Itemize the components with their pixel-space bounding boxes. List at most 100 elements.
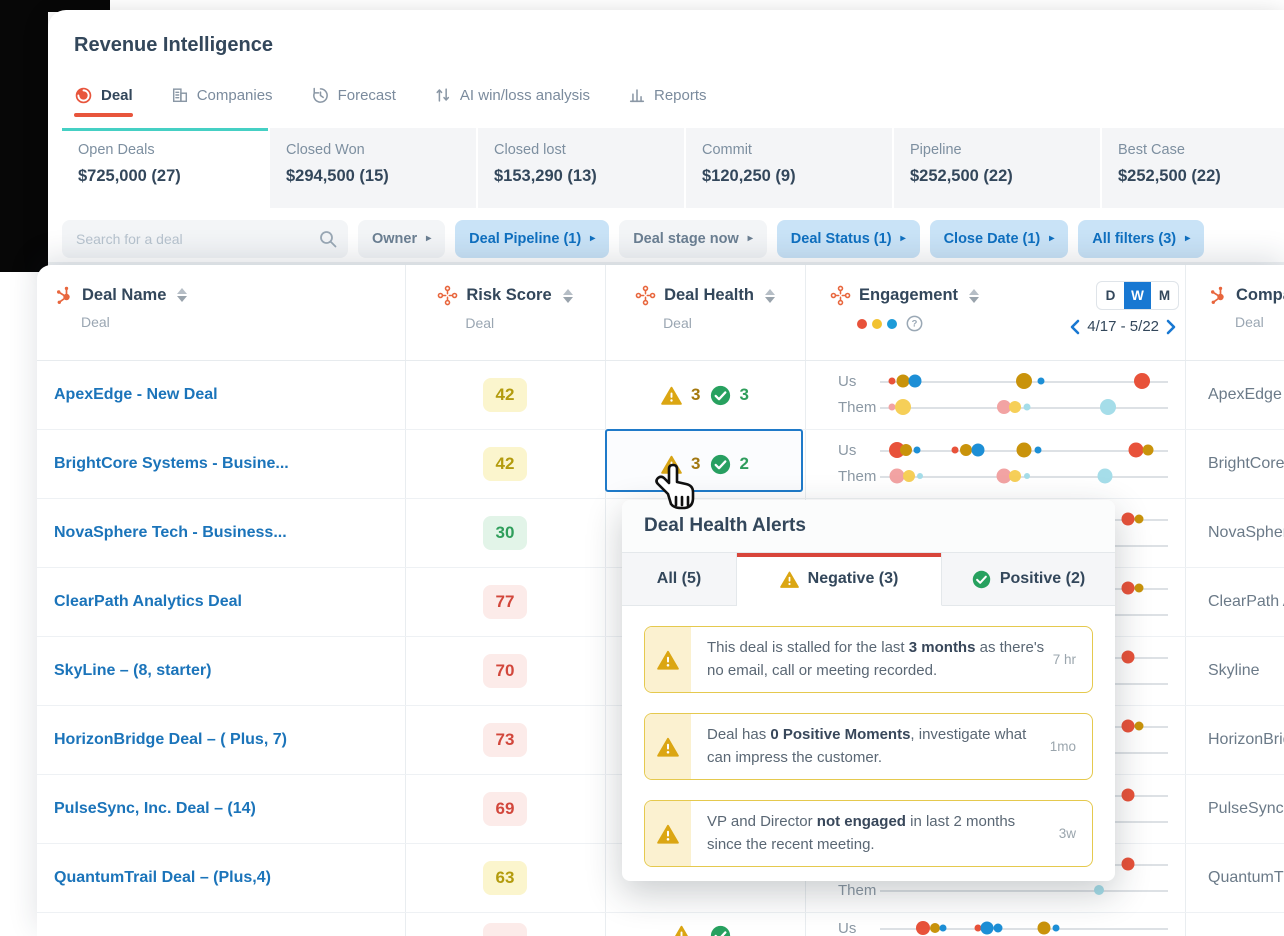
- positive-count: 3: [740, 385, 749, 405]
- filter-chip-deal-pipeline-1[interactable]: Deal Pipeline (1)▸: [455, 220, 609, 258]
- engagement-dot: [900, 444, 912, 456]
- page-title: Revenue Intelligence: [74, 34, 273, 57]
- deal-name-link[interactable]: HorizonBridge Deal – ( Plus, 7): [54, 731, 287, 749]
- summary-card-pipeline[interactable]: Pipeline $252,500 (22): [894, 128, 1100, 208]
- risk-score-cell: 69: [405, 775, 605, 843]
- sort-icon[interactable]: [969, 289, 979, 303]
- summary-card-closed-lost[interactable]: Closed lost$153,290 (13): [478, 128, 684, 208]
- deal-icon: [74, 86, 93, 105]
- column-header-engagement[interactable]: Engagement ? DWM: [805, 265, 1185, 360]
- granularity-m[interactable]: M: [1151, 282, 1178, 309]
- deal-name-link[interactable]: SkyLine – (8, starter): [54, 662, 211, 680]
- company-cell: HorizonBridge: [1185, 706, 1284, 774]
- chip-label: Owner: [372, 231, 417, 247]
- search-input[interactable]: [62, 220, 348, 258]
- deal-name-link[interactable]: PulseSync, Inc. Deal – (14): [54, 800, 256, 818]
- sort-icon[interactable]: [177, 288, 187, 302]
- risk-score-badge: 42: [483, 447, 527, 481]
- deal-name-link[interactable]: QuantumTrail Deal – (Plus,4): [54, 869, 271, 887]
- engagement-dot: [1121, 858, 1134, 871]
- health-alert-card: VP and Director not engaged in last 2 mo…: [644, 800, 1093, 867]
- popup-tab-positive-2[interactable]: Positive (2): [942, 553, 1115, 606]
- popup-tab-all-5[interactable]: All (5): [622, 553, 737, 606]
- summary-card-open-deals[interactable]: Open Deals$725,000 (27): [62, 128, 268, 208]
- tab-label: Reports: [654, 87, 707, 104]
- company-cell: NovaSphere Tech: [1185, 499, 1284, 567]
- engagement-track: [880, 437, 1168, 463]
- summary-card-label: Closed lost: [494, 142, 668, 158]
- engagement-dot: [1097, 469, 1112, 484]
- sort-icon[interactable]: [765, 289, 775, 303]
- deal-name-cell: NovaSphere Tech - Business...: [37, 499, 405, 567]
- deal-health-cell[interactable]: 33: [605, 361, 805, 429]
- summary-card-label: Pipeline: [910, 142, 1084, 158]
- engagement-side-label: Us: [838, 442, 880, 459]
- tab-reports[interactable]: Reports: [628, 86, 707, 116]
- company-cell: PulseSync, Inc.: [1185, 775, 1284, 843]
- check-icon: [972, 570, 991, 589]
- engagement-dot: [903, 470, 915, 482]
- engagement-dot: [1035, 447, 1042, 454]
- filter-chip-close-date-1[interactable]: Close Date (1)▸: [930, 220, 1069, 258]
- popup-tab-label: Negative (3): [808, 570, 899, 588]
- column-header-company[interactable]: Company Deal: [1185, 265, 1284, 360]
- filter-chip-all-filters-3[interactable]: All filters (3)▸: [1078, 220, 1204, 258]
- granularity-d[interactable]: D: [1097, 282, 1124, 309]
- background-shape: [0, 0, 48, 272]
- sort-icon[interactable]: [563, 289, 573, 303]
- engagement-side-label: Them: [838, 399, 880, 416]
- popup-tabs: All (5) Negative (3) Positive (2): [622, 553, 1115, 606]
- deal-name-link[interactable]: NovaSphere Tech - Business...: [54, 524, 287, 542]
- chip-label: Deal Pipeline (1): [469, 231, 581, 247]
- column-header-deal-health[interactable]: Deal Health Deal: [605, 265, 805, 360]
- engagement-dot: [940, 925, 947, 932]
- help-icon[interactable]: ?: [906, 315, 923, 332]
- revenue-intelligence-screen: Revenue Intelligence Deal Companies Foreca…: [0, 0, 1284, 936]
- check-icon: [710, 385, 731, 406]
- filter-chip-deal-stage-now[interactable]: Deal stage now▸: [619, 220, 767, 258]
- engagement-dot: [994, 924, 1003, 933]
- selected-cell-outline: [605, 429, 803, 492]
- engagement-dot: [888, 378, 895, 385]
- summary-card-best-case[interactable]: Best Case$252,500 (22): [1102, 128, 1284, 208]
- risk-score-badge: 63: [483, 861, 527, 895]
- column-header-deal-name[interactable]: Deal Name Deal: [37, 265, 405, 360]
- deal-name-link[interactable]: ClearPath Analytics Deal: [54, 593, 242, 611]
- alert-text: This deal is stalled for the last 3 mont…: [691, 627, 1053, 692]
- column-header-risk-score[interactable]: Risk Score Deal: [405, 265, 605, 360]
- health-alert-card: This deal is stalled for the last 3 mont…: [644, 626, 1093, 693]
- search-icon: [318, 229, 338, 254]
- summary-card-value: $252,500 (22): [910, 167, 1084, 186]
- search-box: [62, 220, 348, 258]
- deal-name-cell: ApexEdge - New Deal: [37, 361, 405, 429]
- deal-name-cell: QuantumTrail Deal – (Plus,4): [37, 844, 405, 912]
- filter-chip-deal-status-1[interactable]: Deal Status (1)▸: [777, 220, 920, 258]
- tab-deal[interactable]: Deal: [74, 86, 133, 117]
- deal-name-link[interactable]: ApexEdge - New Deal: [54, 386, 218, 404]
- alert-time: 3w: [1059, 801, 1092, 866]
- chevron-right-icon: ▸: [748, 234, 753, 244]
- engagement-dot: [1100, 399, 1116, 415]
- granularity-w[interactable]: W: [1124, 282, 1151, 309]
- tab-ai-win-loss[interactable]: AI win/loss analysis: [434, 86, 590, 116]
- granularity-toggle: DWM: [1096, 281, 1179, 310]
- engagement-dot: [980, 922, 993, 935]
- popup-tab-negative-3[interactable]: Negative (3): [737, 553, 942, 606]
- company-cell: Skyline: [1185, 637, 1284, 705]
- next-date-range-button[interactable]: [1166, 319, 1177, 335]
- tab-forecast[interactable]: Forecast: [311, 86, 396, 117]
- chevron-right-icon: ▸: [426, 234, 431, 244]
- tab-companies[interactable]: Companies: [171, 86, 273, 116]
- tab-label: Deal: [101, 87, 133, 104]
- deal-name-link[interactable]: BrightCore Systems - Busine...: [54, 455, 289, 473]
- deal-health-cell[interactable]: [605, 913, 805, 936]
- engagement-timeline: Them: [805, 394, 1185, 420]
- prev-date-range-button[interactable]: [1069, 319, 1080, 335]
- chip-label: All filters (3): [1092, 231, 1176, 247]
- engagement-dot: [1023, 404, 1030, 411]
- engagement-dot: [1135, 584, 1144, 593]
- summary-card-commit[interactable]: Commit$120,250 (9): [686, 128, 892, 208]
- filter-chip-owner[interactable]: Owner ▸: [358, 220, 445, 258]
- summary-card-closed-won[interactable]: Closed Won$294,500 (15): [270, 128, 476, 208]
- engagement-timeline: Them: [805, 463, 1185, 489]
